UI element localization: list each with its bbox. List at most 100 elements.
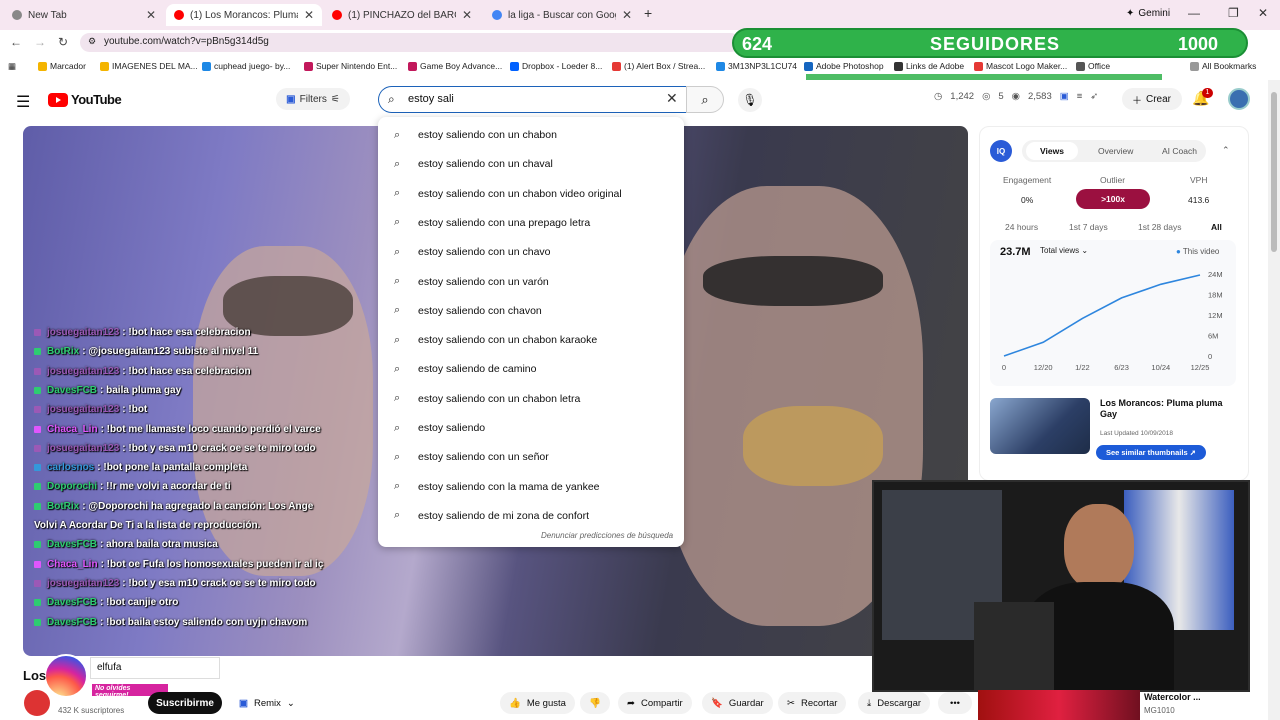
video-thumbnail[interactable] <box>990 398 1090 454</box>
up-next-title[interactable]: Watercolor ... <box>1144 692 1201 702</box>
tab-overview[interactable]: Overview <box>1098 146 1133 156</box>
bookmark-item[interactable]: Office <box>1076 61 1110 71</box>
range-all[interactable]: All <box>1211 222 1222 232</box>
tab-los-morancos[interactable]: (1) Los Morancos: Pluma pluma✕ <box>166 4 322 26</box>
bookmark-item[interactable]: Mascot Logo Maker... <box>974 61 1067 71</box>
search-suggestion[interactable]: ⌕ estoy saliendo <box>394 420 485 436</box>
chat-message: BotRix: @josuegaitan123 subiste al nivel… <box>34 346 258 357</box>
close-icon[interactable]: ✕ <box>462 8 472 22</box>
search-input[interactable] <box>408 90 648 108</box>
range-24-hours[interactable]: 24 hours <box>1005 222 1038 232</box>
user-badge-icon <box>34 579 41 587</box>
search-icon: ⌕ <box>701 91 709 107</box>
download-button[interactable]: ⤓ Descargar <box>858 692 931 714</box>
tab-new-tab[interactable]: New Tab ✕ <box>4 4 164 26</box>
bookmark-item[interactable]: cuphead juego- by... <box>202 61 290 71</box>
suggestion-text: estoy saliendo de camino <box>418 363 537 376</box>
report-predictions-link[interactable]: Denunciar predicciones de búsqueda <box>541 531 673 540</box>
search-icon: ⌕ <box>394 275 401 287</box>
chat-message: Volvi A Acordar De Ti a la lista de repr… <box>34 520 260 531</box>
views-metric-select[interactable]: Total views ⌄ <box>1040 246 1088 255</box>
address-bar[interactable]: ⚙ youtube.com/watch?v=pBn5g314d5g <box>80 33 740 52</box>
search-suggestion[interactable]: ⌕ estoy saliendo con la mama de yankee <box>394 479 600 495</box>
search-suggestion[interactable]: ⌕ estoy saliendo con un chavo <box>394 244 551 260</box>
share-button[interactable]: ➦ Compartir <box>618 692 692 714</box>
gemini-button[interactable]: ✦ Gemini <box>1126 8 1170 19</box>
tab-la-liga[interactable]: la liga - Buscar con Google✕ <box>484 4 640 26</box>
dislike-button[interactable]: 👎 <box>580 692 610 714</box>
range-28-days[interactable]: 1st 28 days <box>1138 222 1181 232</box>
chat-text: : !bot oe Fufa los homosexuales pueden i… <box>100 558 324 570</box>
search-suggestion[interactable]: ⌕ estoy saliendo de mi zona de confort <box>394 508 589 524</box>
views-series-line <box>1003 274 1201 357</box>
range-7-days[interactable]: 1st 7 days <box>1069 222 1108 232</box>
minimize-icon[interactable]: — <box>1188 6 1200 20</box>
back-icon[interactable]: ← <box>10 35 22 49</box>
collapse-icon[interactable]: ⌃ <box>1222 145 1230 156</box>
bookmark-item[interactable]: IMAGENES DEL MA... <box>100 61 198 71</box>
bookmark-item[interactable]: Adobe Photoshop <box>804 61 884 71</box>
tab-pinchazo[interactable]: (1) PINCHAZO del BARCELONA✕ <box>324 4 480 26</box>
tab-views[interactable]: Views <box>1026 142 1078 160</box>
list-icon[interactable]: ≡ <box>1077 91 1083 102</box>
youtube-logo[interactable]: YouTube <box>48 92 122 107</box>
vph-label: VPH <box>1190 175 1208 185</box>
new-tab-button[interactable]: + <box>644 5 652 21</box>
bookmark-item[interactable]: Dropbox - Loeder 8... <box>510 61 602 71</box>
outlier-label: Outlier <box>1100 175 1126 185</box>
bookmark-item[interactable]: Game Boy Advance... <box>408 61 502 71</box>
search-suggestion[interactable]: ⌕ estoy saliendo con un chabon video orig… <box>394 186 622 202</box>
apps-icon[interactable]: ▦ <box>8 61 16 72</box>
similar-thumbnails-button[interactable]: See similar thumbnails ➚ <box>1096 445 1206 460</box>
chat-text: : !bot hace esa celebracion <box>122 327 251 338</box>
like-button[interactable]: 👍 Me gusta <box>500 692 575 714</box>
chat-text: : @Doporochi ha agregado la canción: Los… <box>82 500 314 512</box>
search-suggestion[interactable]: ⌕ estoy saliendo con un chabon letra <box>394 391 580 407</box>
scrollbar-thumb[interactable] <box>1271 92 1277 252</box>
tab-ai-coach[interactable]: AI Coach <box>1162 146 1197 156</box>
create-button[interactable]: ＋ Crear <box>1122 88 1182 110</box>
more-actions-button[interactable]: ••• <box>938 692 972 714</box>
bookmark-item[interactable]: Marcador <box>38 61 86 71</box>
search-suggestion[interactable]: ⌕ estoy saliendo con un chabon <box>394 127 557 143</box>
search-suggestion[interactable]: ⌕ estoy saliendo de camino <box>394 361 537 377</box>
bookmark-item[interactable]: Super Nintendo Ent... <box>304 61 397 71</box>
close-window-icon[interactable]: ✕ <box>1258 6 1268 20</box>
voice-search-button[interactable]: 🎙 <box>738 88 762 112</box>
up-next-thumbnail[interactable] <box>978 690 1140 720</box>
maximize-icon[interactable]: ❐ <box>1228 6 1239 20</box>
x-tick-label: 1/22 <box>1075 363 1090 372</box>
search-suggestion[interactable]: ⌕ estoy saliendo con un varón <box>394 274 549 290</box>
chat-text: : !bot canjie otro <box>100 597 179 609</box>
reload-icon[interactable]: ↻ <box>58 35 68 49</box>
save-button[interactable]: 🔖 Guardar <box>702 692 773 714</box>
remix-button[interactable]: ▣ Remix ⌄ <box>230 692 304 714</box>
suggestion-text: estoy saliendo con un chaval <box>418 158 553 171</box>
channel-avatar[interactable] <box>24 690 50 716</box>
bookmark-item[interactable]: 3M13NP3L1CU74 <box>716 61 797 71</box>
filters-button[interactable]: ▣ Filters ⚟ <box>276 88 350 110</box>
user-badge-icon <box>34 425 41 433</box>
search-suggestion[interactable]: ⌕ estoy saliendo con un señor <box>394 449 549 465</box>
search-button[interactable]: ⌕ <box>686 86 724 113</box>
search-suggestion[interactable]: ⌕ estoy saliendo con un chabon karaoke <box>394 332 597 348</box>
menu-icon[interactable]: ☰ <box>16 92 30 112</box>
bookmark-item[interactable]: (1) Alert Box / Strea... <box>612 61 705 71</box>
avatar[interactable] <box>1228 88 1250 110</box>
search-suggestion[interactable]: ⌕ estoy saliendo con un chaval <box>394 156 553 172</box>
all-bookmarks[interactable]: All Bookmarks <box>1190 61 1256 71</box>
clear-search-icon[interactable]: ✕ <box>666 90 678 107</box>
search-suggestion[interactable]: ⌕ estoy saliendo con una prepago letra <box>394 215 590 231</box>
rocket-icon[interactable]: ➶ <box>1090 91 1098 102</box>
site-info-icon[interactable]: ⚙ <box>88 36 96 47</box>
bookmark-item[interactable]: Links de Adobe <box>894 61 964 71</box>
close-icon[interactable]: ✕ <box>146 8 156 22</box>
close-icon[interactable]: ✕ <box>304 8 314 22</box>
close-icon[interactable]: ✕ <box>622 8 632 22</box>
subscribe-button[interactable]: Suscribirme <box>148 692 222 714</box>
clip-button[interactable]: ✂ Recortar <box>778 692 847 714</box>
forward-icon[interactable]: → <box>34 35 46 49</box>
iq-icon[interactable]: ▣ <box>1060 91 1069 102</box>
search-suggestion[interactable]: ⌕ estoy saliendo con chavon <box>394 303 542 319</box>
chat-message: josuegaitan123: !bot y esa m10 crack oe … <box>34 443 316 454</box>
